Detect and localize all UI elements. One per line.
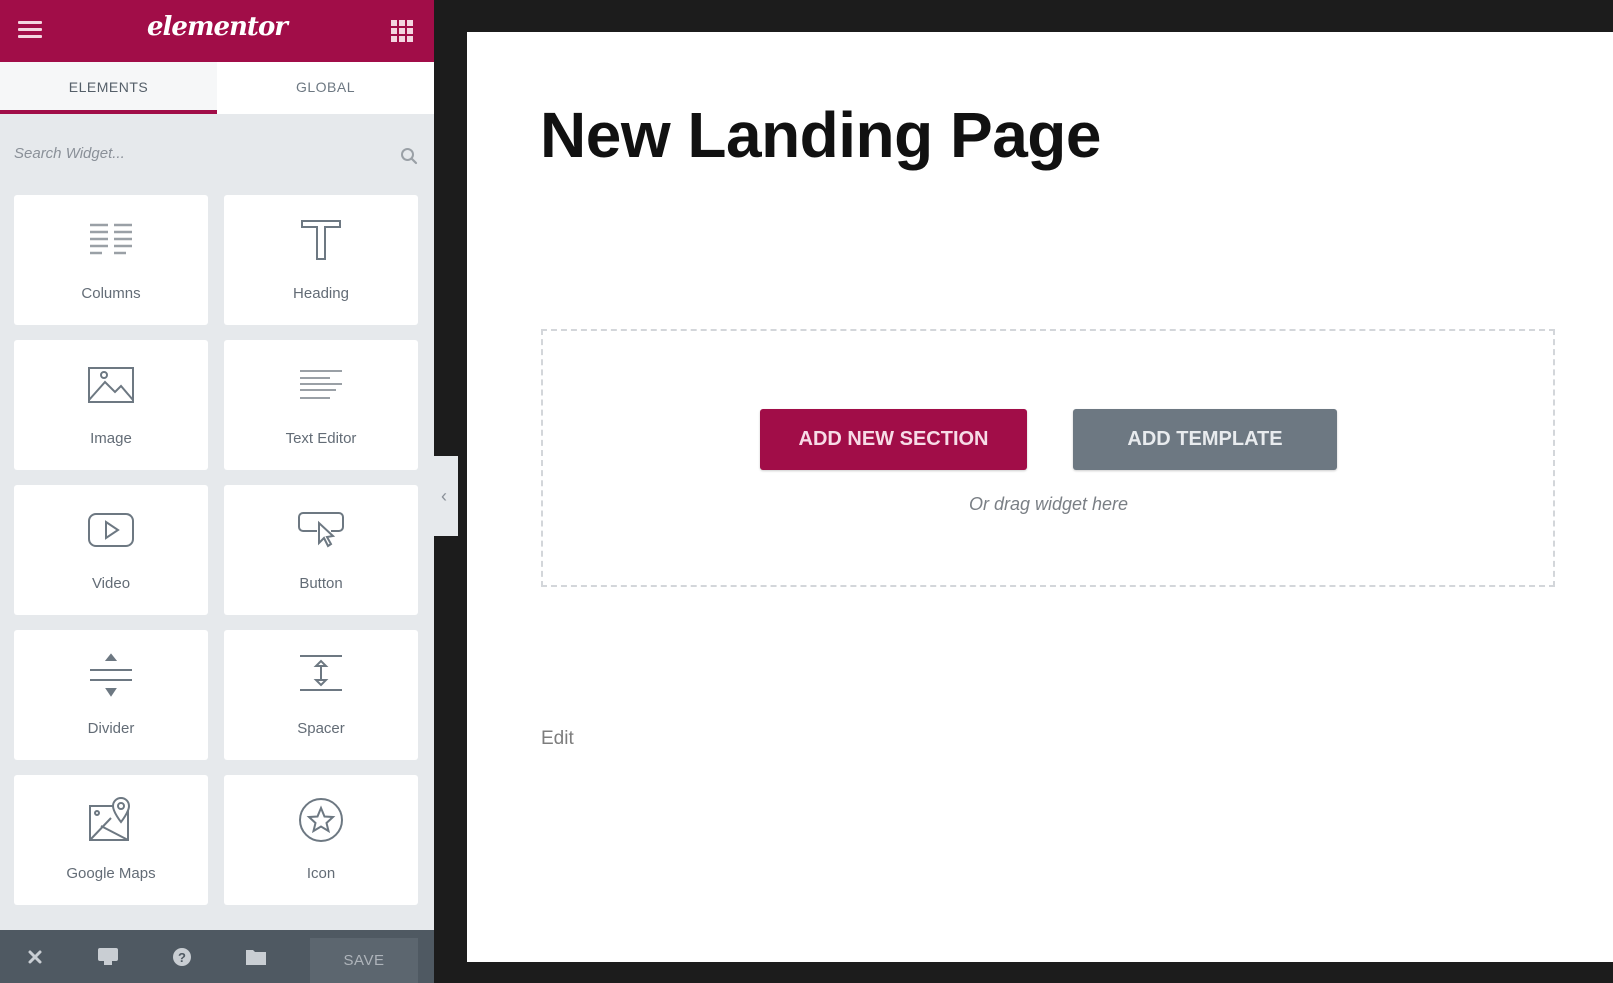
tab-elements[interactable]: ELEMENTS bbox=[0, 62, 217, 114]
page-title[interactable]: New Landing Page bbox=[540, 98, 1101, 172]
widget-label: Video bbox=[91, 575, 131, 592]
search-bar bbox=[0, 114, 434, 188]
widget-label: Icon bbox=[306, 865, 336, 882]
widget-label: Heading bbox=[293, 285, 349, 302]
editor-panel: elementor ELEMENTS GLOBAL Columns Headin… bbox=[0, 0, 434, 983]
save-button[interactable]: SAVE bbox=[310, 938, 418, 983]
panel-tabs: ELEMENTS GLOBAL bbox=[0, 62, 434, 114]
widget-label: Divider bbox=[87, 720, 135, 737]
widget-label: Columns bbox=[81, 285, 141, 302]
button-icon bbox=[298, 512, 344, 548]
widget-columns[interactable]: Columns bbox=[14, 195, 208, 325]
close-button[interactable] bbox=[5, 930, 65, 983]
heading-icon bbox=[301, 220, 341, 260]
image-icon bbox=[88, 367, 134, 403]
widget-label: Google Maps bbox=[66, 865, 156, 882]
widget-text-editor[interactable]: Text Editor bbox=[224, 340, 418, 470]
panel-footer: ? SAVE bbox=[0, 930, 434, 983]
responsive-mode-button[interactable] bbox=[78, 930, 138, 983]
widget-image[interactable]: Image bbox=[14, 340, 208, 470]
preview-canvas: New Landing Page ADD NEW SECTION ADD TEM… bbox=[467, 32, 1613, 962]
google-maps-icon bbox=[89, 796, 131, 841]
star-icon bbox=[299, 798, 343, 842]
widget-button[interactable]: Button bbox=[224, 485, 418, 615]
folder-icon bbox=[246, 949, 266, 965]
add-new-section-button[interactable]: ADD NEW SECTION bbox=[760, 409, 1027, 470]
widget-label: Spacer bbox=[297, 720, 345, 737]
grid-icon[interactable] bbox=[391, 20, 413, 42]
widget-icon[interactable]: Icon bbox=[224, 775, 418, 905]
svg-text:?: ? bbox=[178, 950, 186, 965]
divider-icon bbox=[90, 653, 132, 697]
templates-button[interactable] bbox=[226, 930, 286, 983]
widget-divider[interactable]: Divider bbox=[14, 630, 208, 760]
widget-google-maps[interactable]: Google Maps bbox=[14, 775, 208, 905]
widget-spacer[interactable]: Spacer bbox=[224, 630, 418, 760]
search-icon[interactable] bbox=[400, 147, 418, 165]
chevron-left-icon: ‹ bbox=[441, 486, 447, 506]
add-template-button[interactable]: ADD TEMPLATE bbox=[1073, 409, 1337, 470]
add-section-drop-zone[interactable] bbox=[541, 329, 1555, 587]
widget-label: Image bbox=[90, 430, 132, 447]
widget-heading[interactable]: Heading bbox=[224, 195, 418, 325]
help-icon: ? bbox=[173, 947, 191, 966]
responsive-icon bbox=[98, 947, 118, 965]
edit-link[interactable]: Edit bbox=[541, 728, 574, 750]
tab-global[interactable]: GLOBAL bbox=[217, 62, 434, 114]
video-icon bbox=[88, 513, 134, 547]
drag-widget-hint: Or drag widget here bbox=[968, 494, 1129, 514]
columns-icon bbox=[90, 223, 132, 255]
widget-video[interactable]: Video bbox=[14, 485, 208, 615]
spacer-icon bbox=[300, 655, 342, 691]
widget-label: Text Editor bbox=[285, 430, 357, 447]
close-icon bbox=[28, 950, 42, 963]
elementor-logo: elementor bbox=[147, 12, 288, 42]
panel-header: elementor bbox=[0, 0, 434, 62]
text-editor-icon bbox=[300, 370, 342, 399]
collapse-panel-handle[interactable]: ‹ bbox=[434, 456, 458, 536]
search-widget-input[interactable] bbox=[14, 140, 384, 166]
widget-label: Button bbox=[299, 575, 343, 592]
help-button[interactable]: ? bbox=[152, 930, 212, 983]
